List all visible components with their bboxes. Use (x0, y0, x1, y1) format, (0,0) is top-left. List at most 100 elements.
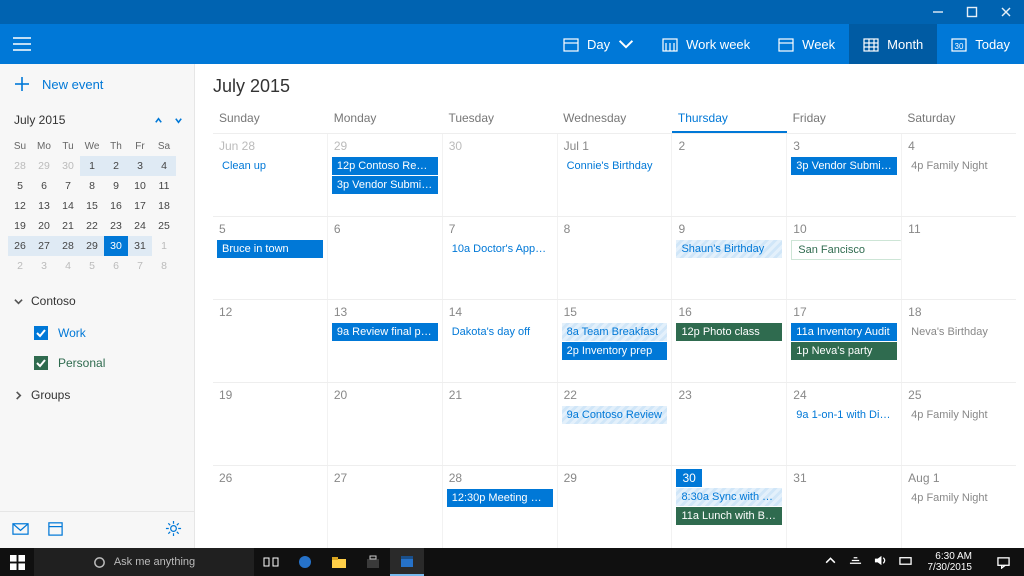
mini-day[interactable]: 4 (152, 156, 176, 176)
calendar-day[interactable]: 30 (443, 134, 558, 216)
hamburger-button[interactable] (0, 24, 44, 64)
calendar-day[interactable]: 229a Contoso Review (558, 383, 673, 465)
calendar-event[interactable]: Bruce in town (217, 240, 323, 258)
mail-button[interactable] (12, 520, 29, 540)
calendar-day[interactable]: 29 (558, 466, 673, 548)
mini-day[interactable]: 29 (32, 156, 56, 176)
close-button[interactable] (1000, 6, 1012, 18)
start-button[interactable] (0, 548, 34, 576)
input-icon[interactable] (899, 554, 912, 570)
mini-day[interactable]: 27 (32, 236, 56, 256)
calendar-app-button[interactable] (390, 548, 424, 576)
calendar-day[interactable]: 18Neva's Birthday (902, 300, 1016, 382)
task-view-button[interactable] (254, 548, 288, 576)
calendar-day[interactable]: 6 (328, 217, 443, 299)
mini-day[interactable]: 14 (56, 196, 80, 216)
calendar-day[interactable]: 14Dakota's day off (443, 300, 558, 382)
new-event-button[interactable]: New event (0, 64, 194, 104)
calendar-event[interactable]: 10a Doctor's Appoint (447, 240, 553, 258)
calendar-day[interactable]: 23 (672, 383, 787, 465)
calendar-event[interactable]: 11a Inventory Audit (791, 323, 897, 341)
calendar-event[interactable]: 4p Family Night (906, 406, 1012, 424)
calendar-event[interactable]: 4p Family Night (906, 489, 1012, 507)
calendar-day[interactable]: 11 (902, 217, 1016, 299)
mini-day[interactable]: 6 (104, 256, 128, 276)
calendar-event[interactable]: San Fancisco (791, 240, 901, 260)
mini-day[interactable]: 8 (80, 176, 104, 196)
mini-day[interactable]: 22 (80, 216, 104, 236)
calendar-day[interactable]: 710a Doctor's Appoint (443, 217, 558, 299)
mini-day[interactable]: 5 (80, 256, 104, 276)
calendar-event[interactable]: 11a Lunch with Barbra (676, 507, 782, 525)
mini-day[interactable]: 2 (8, 256, 32, 276)
store-app-button[interactable] (356, 548, 390, 576)
calendar-day[interactable]: 2 (672, 134, 787, 216)
mini-day[interactable]: 21 (56, 216, 80, 236)
mini-day[interactable]: 31 (128, 236, 152, 256)
maximize-button[interactable] (966, 6, 978, 18)
calendar-button[interactable] (47, 520, 64, 540)
mini-day[interactable]: 9 (104, 176, 128, 196)
calendar-event[interactable]: Neva's Birthday (906, 323, 1012, 341)
calendar-event[interactable]: Shaun's Birthday (676, 240, 782, 258)
mini-day[interactable]: 2 (104, 156, 128, 176)
calendar-day[interactable]: 249a 1-on-1 with Diana (787, 383, 902, 465)
calendar-day[interactable]: 21 (443, 383, 558, 465)
calendar-day[interactable]: 2912p Contoso Review3p Vendor Submission… (328, 134, 443, 216)
calendar-event[interactable]: 12p Contoso Review (332, 157, 438, 175)
view-day-button[interactable]: Day (549, 24, 648, 64)
view-week-button[interactable]: Week (764, 24, 849, 64)
mini-day[interactable]: 17 (128, 196, 152, 216)
taskbar-clock[interactable]: 6:30 AM 7/30/2015 (924, 551, 977, 573)
calendar-toggle[interactable]: Personal (0, 348, 194, 378)
calendar-body[interactable]: Jun 28Clean up2912p Contoso Review3p Ven… (213, 133, 1016, 548)
mini-day[interactable]: 3 (128, 156, 152, 176)
calendar-day[interactable]: Aug 14p Family Night (902, 466, 1016, 548)
mini-prev-button[interactable] (148, 110, 168, 130)
calendar-day[interactable]: 19 (213, 383, 328, 465)
calendar-event[interactable]: 2p Inventory prep (562, 342, 668, 360)
tray-chevron-icon[interactable] (824, 554, 837, 570)
calendar-day[interactable]: 27 (328, 466, 443, 548)
view-month-button[interactable]: Month (849, 24, 937, 64)
mini-day[interactable]: 3 (32, 256, 56, 276)
taskbar-search[interactable]: Ask me anything (34, 548, 254, 576)
file-explorer-button[interactable] (322, 548, 356, 576)
calendar-day[interactable]: 308:30a Sync with Tony11a Lunch with Bar… (672, 466, 787, 548)
mini-day[interactable]: 29 (80, 236, 104, 256)
mini-day[interactable]: 13 (32, 196, 56, 216)
mini-day[interactable]: 15 (80, 196, 104, 216)
calendar-day[interactable]: 1711a Inventory Audit1p Neva's party (787, 300, 902, 382)
account-contoso-toggle[interactable]: Contoso (0, 284, 194, 318)
calendar-event[interactable]: 12p Photo class (676, 323, 782, 341)
calendar-event[interactable]: 12:30p Meeting with M (447, 489, 553, 507)
mini-next-button[interactable] (168, 110, 188, 130)
calendar-event[interactable]: 1p Neva's party (791, 342, 897, 360)
calendar-event[interactable]: Dakota's day off (447, 323, 553, 341)
calendar-event[interactable]: 4p Family Night (906, 157, 1012, 175)
minimize-button[interactable] (932, 6, 944, 18)
calendar-event[interactable]: 9a Review final project (332, 323, 438, 341)
mini-day[interactable]: 7 (128, 256, 152, 276)
calendar-day[interactable]: 20 (328, 383, 443, 465)
calendar-day[interactable]: 5Bruce in town (213, 217, 328, 299)
calendar-day[interactable]: 254p Family Night (902, 383, 1016, 465)
volume-icon[interactable] (874, 554, 887, 570)
mini-day[interactable]: 30 (56, 156, 80, 176)
mini-day[interactable]: 4 (56, 256, 80, 276)
calendar-day[interactable]: 31 (787, 466, 902, 548)
mini-day[interactable]: 28 (56, 236, 80, 256)
calendar-event[interactable]: 3p Vendor Submissions (332, 176, 438, 194)
mini-calendar[interactable]: SuMoTuWeThFrSa28293012345678910111213141… (0, 136, 194, 284)
calendar-day[interactable]: 139a Review final project (328, 300, 443, 382)
calendar-toggle[interactable]: Work (0, 318, 194, 348)
mini-day[interactable]: 30 (104, 236, 128, 256)
calendar-day[interactable]: Jun 28Clean up (213, 134, 328, 216)
groups-toggle[interactable]: Groups (0, 378, 194, 412)
action-center-button[interactable] (988, 556, 1018, 569)
calendar-day[interactable]: 158a Team Breakfast2p Inventory prep (558, 300, 673, 382)
calendar-event[interactable]: 8a Team Breakfast (562, 323, 668, 341)
mini-day[interactable]: 12 (8, 196, 32, 216)
calendar-day[interactable]: 12 (213, 300, 328, 382)
mini-day[interactable]: 19 (8, 216, 32, 236)
